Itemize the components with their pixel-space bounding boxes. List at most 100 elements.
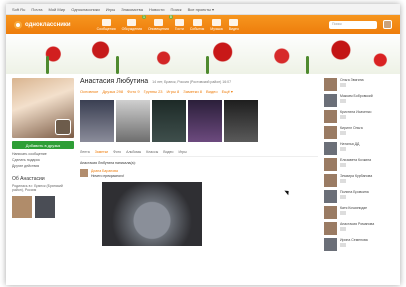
friend-name[interactable]: Анастасия Романова [340,222,374,226]
profile-menu-item[interactable]: Заметки 8 [183,89,202,94]
photo-strip [80,100,318,142]
send-gift-link[interactable]: Сделать подарок [12,158,74,162]
browser-link[interactable]: Знакомства [121,7,143,12]
friend-avatar[interactable] [324,126,337,139]
friend-name[interactable]: Катя Кочкинидзе [340,206,367,210]
topnav-item[interactable]: Сообщения [97,18,116,31]
topnav-item[interactable]: Гости [174,18,184,31]
friend-list-item[interactable]: Ирина Семенова [324,238,394,251]
friend-name[interactable]: Кристина Исаченко [340,110,371,114]
friend-list-item[interactable]: Кирилл Ольга [324,126,394,139]
add-friend-small-button[interactable] [340,243,346,247]
profile-menu-item[interactable]: Игры 8 [167,89,180,94]
add-friend-button[interactable]: Добавить в друзья [12,141,74,149]
profile-menu-item[interactable]: Группы 23 [144,89,163,94]
friend-name[interactable]: Полина Бровкина [340,190,369,194]
profile-menu-item[interactable]: Основное [80,89,98,94]
user-avatar[interactable] [383,20,392,29]
friend-list-item[interactable]: Кристина Исаченко [324,110,394,123]
friend-list-item[interactable]: Наталья ДД [324,142,394,155]
profile-menu-item[interactable]: Друзья 298 [102,89,123,94]
friend-avatar[interactable] [324,206,337,219]
friend-list-item[interactable]: Максим Бобровский [324,94,394,107]
topnav-item[interactable]: Оповещения 8 [148,14,173,31]
add-friend-small-button[interactable] [340,163,346,167]
friend-list-item[interactable]: Анастасия Романова [324,222,394,235]
friend-avatar[interactable] [324,142,337,155]
friend-name[interactable]: Эльвира Курбанова [340,174,372,178]
feed-tab[interactable]: Фото [113,150,121,154]
profile-photo[interactable] [12,78,74,138]
send-message-link[interactable]: Написать сообщение [12,152,74,156]
photo-thumbnail[interactable] [188,100,222,142]
site-logo[interactable]: одноклассники [14,20,71,29]
topnav-item[interactable]: Обсуждения 1 [122,14,146,31]
topnav-label: Видео [228,26,239,31]
add-friend-small-button[interactable] [340,83,346,87]
add-friend-small-button[interactable] [340,179,346,183]
add-friend-small-button[interactable] [340,195,346,199]
friend-name[interactable]: Ольга Звягина [340,78,364,82]
feed-tab[interactable]: Альбомы [126,150,141,154]
browser-link[interactable]: Игры [106,7,115,12]
friend-name[interactable]: Елизавета Кочкина [340,158,371,162]
friend-name[interactable]: Наталья ДД [340,142,359,146]
add-friend-small-button[interactable] [340,131,346,135]
browser-link[interactable]: Soft Ru [12,7,25,12]
friend-avatar[interactable] [324,238,337,251]
friend-list-item[interactable]: Эльвира Курбанова [324,174,394,187]
feed-tab[interactable]: Классы [146,150,158,154]
profile-menu-item[interactable]: Видео [206,89,218,94]
topnav-item[interactable]: Музыка [210,18,223,31]
friend-list-item[interactable]: Катя Кочкинидзе [324,206,394,219]
friend-list-item[interactable]: Ольга Звягина [324,78,394,91]
profile-meta: 14 лет, Бранск, Россия (Ростовский район… [152,80,232,84]
topnav-item[interactable]: Видео [228,18,239,31]
music-icon [211,18,221,26]
add-friend-small-button[interactable] [340,115,346,119]
friend-name[interactable]: Кирилл Ольга [340,126,363,130]
friend-name[interactable]: Максим Бобровский [340,94,373,98]
browser-link[interactable]: Одноклассники [71,7,100,12]
browser-link[interactable]: Почта [31,7,42,12]
profile-menu-item[interactable]: Фото 9 [127,89,140,94]
envelope-icon [101,18,111,26]
friend-avatar[interactable] [324,110,337,123]
friend-list-item[interactable]: Елизавета Кочкина [324,158,394,171]
cat-photo[interactable] [102,182,202,246]
topnav-item[interactable]: События [190,18,204,31]
other-actions-link[interactable]: Другие действия [12,164,74,168]
post-author-avatar[interactable] [80,169,88,177]
browser-link[interactable]: Мой Мир [48,7,65,12]
photo-thumbnail[interactable] [224,100,258,142]
photo-thumbnail[interactable] [116,100,150,142]
post-author-name[interactable]: Диана Баранова [91,169,124,173]
friend-thumbnail[interactable] [12,196,32,218]
search-input[interactable]: Поиск [329,20,377,29]
browser-link[interactable]: Новости [149,7,164,12]
friend-name[interactable]: Ирина Семенова [340,238,368,242]
photo-thumbnail[interactable] [152,100,186,142]
guests-icon [174,18,184,26]
friend-thumbnail[interactable] [35,196,55,218]
profile-menu-item[interactable]: Ещё ▾ [222,89,233,94]
add-friend-small-button[interactable] [340,211,346,215]
friend-avatar[interactable] [324,174,337,187]
add-friend-small-button[interactable] [340,227,346,231]
feed-tab[interactable]: Заметки [95,150,108,154]
add-friend-small-button[interactable] [340,147,346,151]
feed-tab[interactable]: Видео [163,150,173,154]
friend-list-item[interactable]: Полина Бровкина [324,190,394,203]
video-icon [229,18,239,26]
friend-avatar[interactable] [324,78,337,91]
photo-thumbnail[interactable] [80,100,114,142]
add-friend-small-button[interactable] [340,99,346,103]
browser-link[interactable]: Поиск [170,7,181,12]
feed-tab[interactable]: Лента [80,150,90,154]
friend-avatar[interactable] [324,222,337,235]
friend-avatar[interactable] [324,190,337,203]
friend-avatar[interactable] [324,94,337,107]
friend-avatar[interactable] [324,158,337,171]
browser-link[interactable]: Все проекты ▾ [188,7,214,12]
feed-tab[interactable]: Игры [178,150,186,154]
